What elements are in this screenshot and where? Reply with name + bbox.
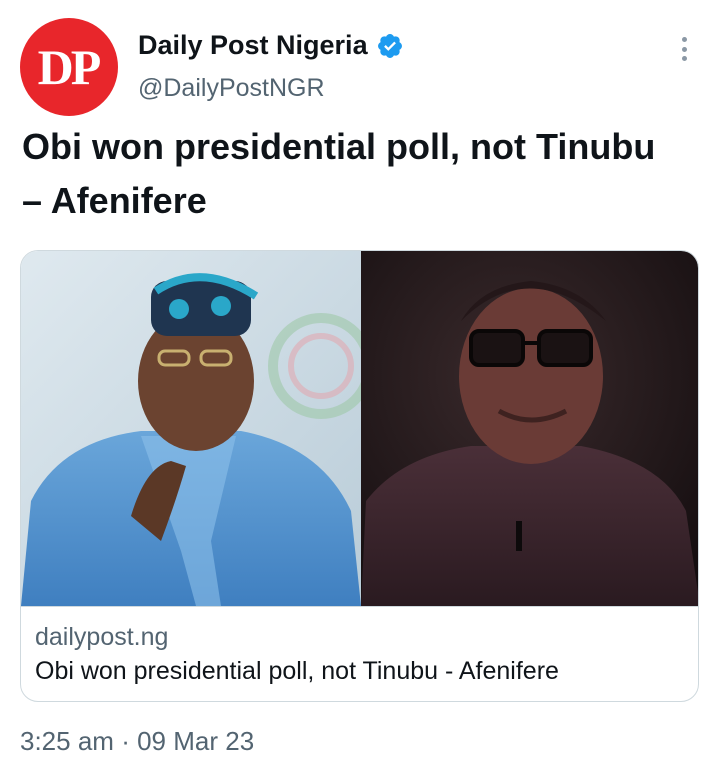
more-options-icon-dot bbox=[681, 46, 687, 52]
tweet-timestamp[interactable]: 3:25 am · 09 Mar 23 bbox=[20, 726, 254, 757]
more-options-button[interactable] bbox=[672, 34, 696, 64]
card-title: Obi won presidential poll, not Tinubu - … bbox=[35, 657, 559, 685]
link-card[interactable]: dailypost.ng Obi won presidential poll, … bbox=[20, 250, 699, 702]
card-image[interactable] bbox=[21, 251, 698, 606]
verified-badge-icon bbox=[376, 32, 404, 60]
avatar[interactable]: DP bbox=[20, 18, 118, 116]
more-options-icon-dot bbox=[681, 56, 687, 61]
tweet-text: Obi won presidential poll, not Tinubu – … bbox=[22, 126, 656, 221]
author-name-row[interactable]: Daily Post Nigeria bbox=[138, 30, 404, 61]
avatar-logo-text: DP bbox=[37, 39, 102, 95]
card-domain: dailypost.ng bbox=[35, 623, 169, 651]
tweet[interactable]: DP Daily Post Nigeria @DailyPostNGR Obi … bbox=[0, 0, 720, 776]
meta-separator: · bbox=[121, 726, 130, 756]
user-handle[interactable]: @DailyPostNGR bbox=[138, 74, 325, 103]
more-options-icon bbox=[681, 37, 687, 42]
tweet-date: 09 Mar 23 bbox=[137, 726, 255, 756]
tweet-time: 3:25 am bbox=[20, 726, 114, 756]
card-footer[interactable]: dailypost.ng Obi won presidential poll, … bbox=[21, 606, 698, 701]
display-name[interactable]: Daily Post Nigeria bbox=[138, 30, 368, 61]
